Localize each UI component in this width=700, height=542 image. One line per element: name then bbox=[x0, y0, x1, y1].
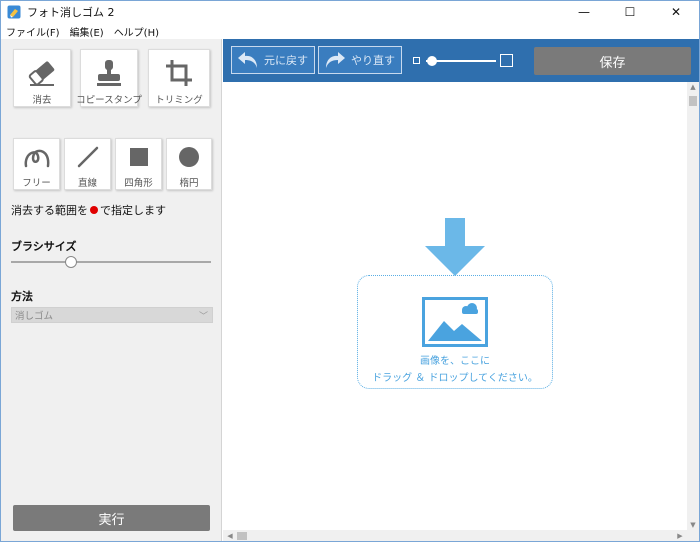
shape-line-button[interactable]: 直線 bbox=[64, 138, 111, 190]
redo-label: やり直す bbox=[351, 54, 395, 67]
method-selected-value: 消しゴム bbox=[15, 311, 54, 322]
scroll-up-icon[interactable]: ▲ bbox=[687, 82, 699, 92]
scroll-down-icon[interactable]: ▼ bbox=[687, 520, 699, 530]
redo-icon bbox=[324, 50, 346, 70]
undo-label: 元に戻す bbox=[264, 54, 308, 67]
chevron-down-icon: ﹀ bbox=[198, 312, 208, 322]
copy-stamp-tool-label: コピースタンプ bbox=[76, 95, 142, 106]
scroll-right-icon[interactable]: ▶ bbox=[675, 530, 685, 541]
erase-tool-label: 消去 bbox=[32, 95, 52, 106]
drop-instruction-line2: ドラッグ ＆ ドロップしてください。 bbox=[372, 373, 538, 384]
shape-ellipse-label: 楕円 bbox=[179, 178, 199, 189]
window-title: フォト消しゴム 2 bbox=[27, 6, 115, 19]
menu-file[interactable]: ファイル(F) bbox=[1, 24, 65, 39]
image-canvas[interactable]: 画像を、ここに ドラッグ ＆ ドロップしてください。 ▲ ▼ ◀ ▶ bbox=[223, 82, 699, 541]
copy-stamp-tool-button[interactable]: コピースタンプ bbox=[76, 49, 142, 107]
brush-size-label: ブラシサイズ bbox=[11, 240, 77, 253]
line-icon bbox=[73, 145, 103, 169]
method-select[interactable]: 消しゴム ﹀ bbox=[11, 307, 213, 323]
stamp-icon bbox=[89, 57, 129, 88]
menu-help[interactable]: ヘルプ(H) bbox=[109, 24, 164, 39]
red-dot-icon bbox=[90, 206, 98, 214]
drop-instruction-line1: 画像を、ここに bbox=[420, 356, 490, 367]
run-button[interactable]: 実行 bbox=[13, 505, 210, 531]
app-window: フォト消しゴム 2 — ☐ ✕ ファイル(F) 編集(E) ヘルプ(H) 消去 bbox=[0, 0, 700, 542]
square-icon bbox=[124, 145, 154, 169]
erase-tool-button[interactable]: 消去 bbox=[13, 49, 71, 107]
top-toolbar: 元に戻す やり直す 保存 bbox=[223, 39, 699, 82]
title-bar: フォト消しゴム 2 — ☐ ✕ bbox=[1, 1, 699, 23]
trim-tool-label: トリミング bbox=[155, 95, 203, 106]
drop-arrow-icon bbox=[425, 218, 485, 276]
close-button[interactable]: ✕ bbox=[653, 1, 699, 23]
horizontal-scroll-thumb[interactable] bbox=[237, 532, 247, 540]
menu-bar: ファイル(F) 編集(E) ヘルプ(H) bbox=[1, 23, 699, 39]
vertical-scroll-thumb[interactable] bbox=[689, 96, 697, 106]
menu-edit[interactable]: 編集(E) bbox=[65, 24, 109, 39]
eraser-icon bbox=[22, 57, 62, 88]
zoom-in-icon[interactable] bbox=[500, 54, 513, 67]
minimize-button[interactable]: — bbox=[561, 1, 607, 23]
crop-icon bbox=[159, 57, 199, 88]
method-label: 方法 bbox=[11, 290, 33, 303]
save-button[interactable]: 保存 bbox=[534, 47, 691, 75]
brush-size-slider[interactable] bbox=[11, 261, 211, 263]
erase-area-hint: 消去する範囲を で指定します bbox=[11, 202, 166, 218]
undo-icon bbox=[237, 50, 259, 70]
maximize-button[interactable]: ☐ bbox=[607, 1, 653, 23]
horizontal-scrollbar[interactable]: ◀ ▶ bbox=[223, 530, 687, 541]
circle-icon bbox=[174, 145, 204, 169]
brush-size-slider-thumb[interactable] bbox=[65, 256, 77, 268]
hint-text-before: 消去する範囲を bbox=[11, 204, 88, 217]
redo-button[interactable]: やり直す bbox=[318, 46, 402, 74]
scroll-left-icon[interactable]: ◀ bbox=[225, 530, 235, 541]
zoom-slider[interactable] bbox=[426, 60, 496, 62]
shape-ellipse-button[interactable]: 楕円 bbox=[166, 138, 212, 190]
vertical-scrollbar[interactable]: ▲ ▼ bbox=[687, 82, 699, 541]
shape-free-button[interactable]: フリー bbox=[13, 138, 60, 190]
undo-button[interactable]: 元に戻す bbox=[231, 46, 315, 74]
hint-text-after: で指定します bbox=[100, 204, 166, 217]
shape-rectangle-button[interactable]: 四角形 bbox=[115, 138, 162, 190]
zoom-slider-thumb[interactable] bbox=[426, 56, 437, 66]
zoom-out-icon[interactable] bbox=[413, 57, 420, 64]
shape-rectangle-label: 四角形 bbox=[124, 178, 153, 189]
image-area: 元に戻す やり直す 保存 画像を、ここに ドラッグ ＆ ドロップしてください。 … bbox=[223, 39, 699, 541]
trim-tool-button[interactable]: トリミング bbox=[148, 49, 210, 107]
shape-line-label: 直線 bbox=[77, 178, 97, 189]
shape-free-label: フリー bbox=[22, 178, 51, 189]
freehand-icon bbox=[22, 145, 52, 169]
image-icon bbox=[422, 297, 488, 347]
app-logo-icon bbox=[7, 5, 21, 19]
tool-panel: 消去 コピースタンプ トリミング フリー 直線 四角形 楕円 消去する範囲を で… bbox=[1, 39, 222, 541]
